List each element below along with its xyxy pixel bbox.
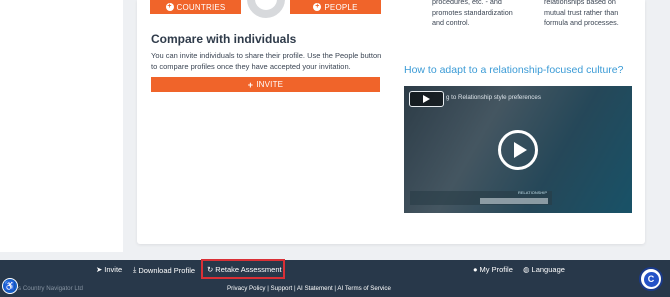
invite-button[interactable]: + INVITE (151, 77, 380, 92)
large-play-button[interactable] (498, 130, 538, 170)
paper-plane-icon: ➤ (96, 265, 103, 274)
compare-description: You can invite individuals to share thei… (151, 51, 382, 71)
culture-description-left: procedures, etc. - and promotes standard… (432, 0, 513, 27)
invite-button-label: INVITE (256, 80, 284, 89)
globe-icon: ◍ (523, 265, 530, 274)
download-profile-label: Download Profile (138, 265, 196, 275)
countries-button-label: COUNTRIES (176, 2, 226, 12)
countries-button[interactable]: + COUNTRIES (150, 0, 241, 14)
retake-assessment-label: Retake Assessment (215, 265, 282, 274)
refresh-icon: ↻ (207, 265, 214, 274)
plus-circle-icon: + (313, 3, 322, 11)
language-link[interactable]: ◍ Language (523, 265, 565, 274)
video-bar-label: RELATIONSHIP (518, 190, 548, 195)
footer-invite-link[interactable]: ➤ Invite (96, 265, 122, 274)
left-sidebar-panel (0, 0, 123, 252)
legal-links[interactable]: Privacy Policy | Support | AI Statement … (227, 285, 391, 292)
language-label: Language (531, 265, 565, 274)
footer-invite-label: Invite (104, 265, 123, 274)
play-icon (423, 95, 430, 103)
people-button-label: PEOPLE (324, 2, 358, 12)
retake-assessment-link[interactable]: ↻ Retake Assessment (207, 265, 282, 274)
people-button[interactable]: + PEOPLE (290, 0, 381, 14)
plus-circle-icon: + (165, 3, 174, 11)
chat-bot-icon[interactable]: C (639, 267, 663, 291)
my-profile-link[interactable]: ● My Profile (473, 265, 513, 274)
play-icon (513, 142, 527, 158)
plus-icon: + (247, 79, 254, 90)
user-icon: ● (473, 265, 478, 274)
culture-description-right: relationships based on mutual trust rath… (544, 0, 619, 27)
compare-heading: Compare with individuals (151, 32, 297, 46)
small-play-button[interactable] (409, 91, 444, 107)
copyright-text: s Country Navigator Ltd (18, 285, 83, 292)
accessibility-icon[interactable]: ♿ (2, 278, 18, 294)
download-profile-link[interactable]: ⤓ Download Profile (133, 265, 195, 275)
video-title[interactable]: How to adapt to a relationship-focused c… (404, 64, 623, 76)
download-icon: ⤓ (133, 265, 137, 274)
video-player[interactable]: g to Relationship style preferences RELA… (404, 86, 632, 213)
video-caption: g to Relationship style preferences (446, 94, 541, 101)
chat-bot-face: C (643, 271, 659, 287)
video-progress-blocks (480, 198, 548, 204)
my-profile-label: My Profile (479, 265, 513, 274)
